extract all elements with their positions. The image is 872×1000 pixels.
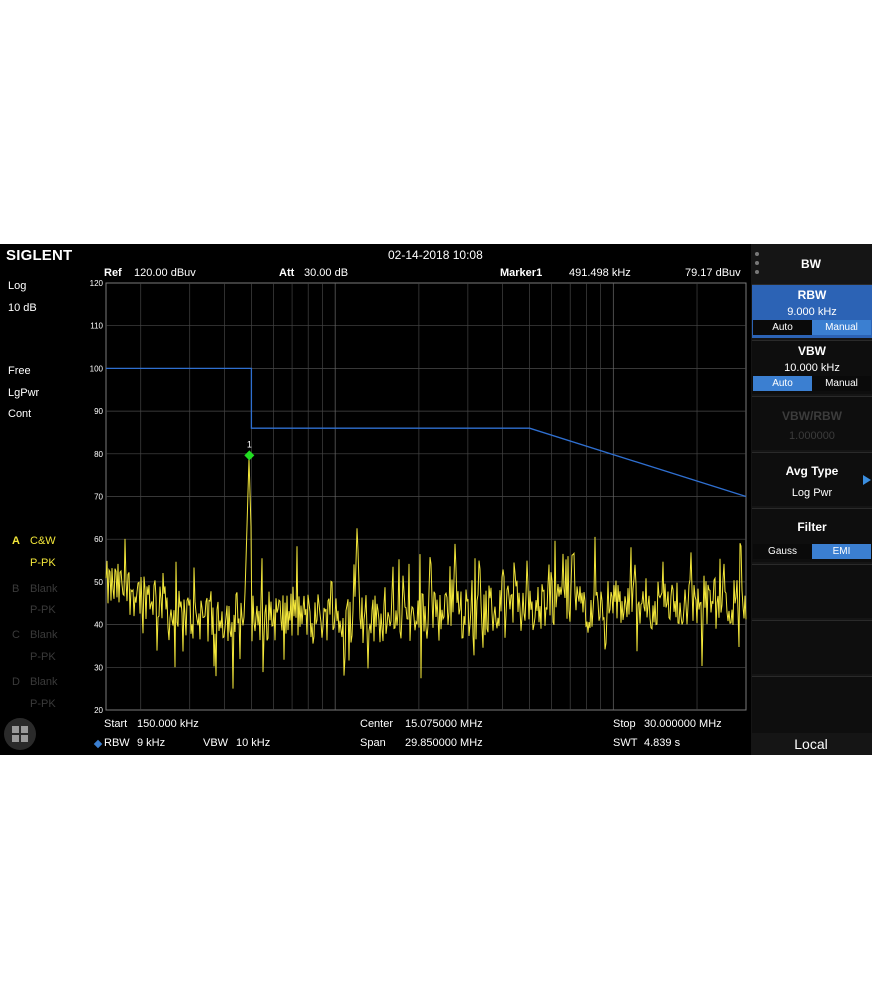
analyzer-screen: SIGLENT 02-14-2018 10:08 Ref 120.00 dBuv… bbox=[0, 244, 872, 755]
span-value[interactable]: 29.850000 MHz bbox=[405, 737, 483, 749]
menu-title: BW bbox=[801, 257, 821, 271]
start-value[interactable]: 150.000 kHz bbox=[137, 718, 199, 730]
y-tick-label: 120 bbox=[90, 279, 104, 288]
vbw-manual-option[interactable]: Manual bbox=[812, 376, 871, 391]
marker-1-label: 1 bbox=[247, 439, 252, 449]
vbw-rbw-title: VBW/RBW bbox=[782, 409, 842, 423]
start-label: Start bbox=[104, 718, 128, 730]
rbw-softkey-value: 9.000 kHz bbox=[787, 306, 837, 318]
swt-value[interactable]: 4.839 s bbox=[644, 737, 680, 749]
swt-label: SWT bbox=[613, 737, 638, 749]
vbw-softkey-value: 10.000 kHz bbox=[784, 362, 840, 374]
y-tick-label: 40 bbox=[94, 621, 103, 630]
y-tick-label: 70 bbox=[94, 493, 103, 502]
y-tick-label: 90 bbox=[94, 407, 103, 416]
spectrum-plot[interactable]: 20 30 40 50 60 70 80 90 100 110 120 1 bbox=[0, 244, 751, 755]
filter-gauss-option[interactable]: Gauss bbox=[753, 544, 812, 559]
rbw-label: RBW bbox=[104, 737, 130, 749]
vbw-auto-option[interactable]: Auto bbox=[753, 376, 812, 391]
vbw-rbw-softkey[interactable]: VBW/RBW 1.000000 bbox=[752, 396, 872, 450]
y-tick-label: 110 bbox=[90, 322, 103, 331]
filter-softkey[interactable]: Filter Gauss EMI bbox=[752, 508, 872, 562]
rbw-auto-option[interactable]: Auto bbox=[753, 320, 812, 335]
vbw-rbw-value: 1.000000 bbox=[789, 430, 835, 442]
rbw-manual-option[interactable]: Manual bbox=[812, 320, 871, 335]
stop-value[interactable]: 30.000000 MHz bbox=[644, 718, 722, 730]
local-status[interactable]: Local bbox=[751, 736, 871, 752]
vbw-toggle[interactable]: Auto Manual bbox=[753, 376, 871, 391]
center-label: Center bbox=[360, 718, 394, 730]
center-value[interactable]: 15.075000 MHz bbox=[405, 718, 483, 730]
y-tick-label: 80 bbox=[94, 450, 103, 459]
rbw-value[interactable]: 9 kHz bbox=[137, 737, 165, 749]
vbw-value[interactable]: 10 kHz bbox=[236, 737, 270, 749]
avg-type-title: Avg Type bbox=[785, 464, 839, 478]
empty-softkey-3[interactable] bbox=[752, 676, 872, 733]
vbw-label: VBW bbox=[203, 737, 229, 749]
filter-toggle[interactable]: Gauss EMI bbox=[753, 544, 871, 559]
avg-type-value: Log Pwr bbox=[791, 487, 833, 499]
panel-dots-icon bbox=[755, 252, 759, 256]
y-tick-label: 100 bbox=[90, 364, 104, 373]
vbw-softkey[interactable]: VBW 10.000 kHz Auto Manual bbox=[752, 340, 872, 394]
rbw-toggle[interactable]: Auto Manual bbox=[753, 320, 871, 335]
avg-type-softkey[interactable]: Avg Type Log Pwr bbox=[752, 452, 872, 506]
empty-softkey-1[interactable] bbox=[752, 564, 872, 618]
rbw-title: RBW bbox=[797, 288, 827, 302]
empty-softkey-2[interactable] bbox=[752, 620, 872, 674]
y-tick-label: 50 bbox=[94, 578, 103, 587]
y-tick-label: 30 bbox=[94, 663, 103, 672]
stop-label: Stop bbox=[613, 718, 636, 730]
y-tick-label: 60 bbox=[94, 535, 103, 544]
span-label: Span bbox=[360, 737, 386, 749]
filter-title: Filter bbox=[797, 520, 827, 534]
vbw-title: VBW bbox=[798, 344, 826, 358]
softkey-panel: BW RBW 9.000 kHz Auto Manual VBW 10.000 … bbox=[751, 244, 872, 755]
y-tick-label: 20 bbox=[94, 706, 103, 715]
rbw-softkey[interactable]: RBW 9.000 kHz Auto Manual bbox=[752, 284, 872, 338]
filter-emi-option[interactable]: EMI bbox=[812, 544, 871, 559]
submenu-arrow-icon bbox=[863, 475, 871, 485]
